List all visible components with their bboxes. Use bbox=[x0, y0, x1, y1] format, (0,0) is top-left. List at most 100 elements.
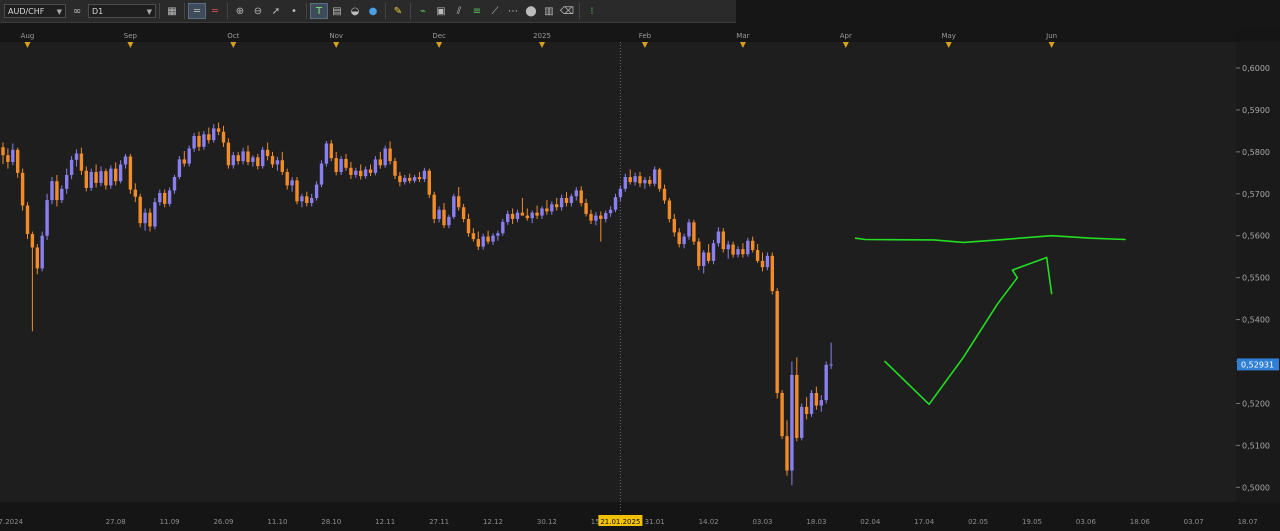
candle-body bbox=[359, 170, 363, 177]
candle-body bbox=[736, 249, 740, 255]
candle-body bbox=[133, 189, 137, 197]
candle-body bbox=[457, 196, 461, 208]
candle-body bbox=[163, 192, 167, 204]
date-label: 31.01 bbox=[645, 518, 665, 526]
candle-body bbox=[589, 213, 593, 221]
month-label: Feb bbox=[639, 32, 652, 40]
candle-body bbox=[476, 239, 480, 247]
candle-body bbox=[408, 177, 412, 181]
price-tick-label: 0,5700 bbox=[1242, 190, 1270, 199]
candle-body bbox=[775, 291, 779, 393]
candle-body bbox=[442, 209, 446, 226]
candle-body bbox=[74, 153, 79, 160]
candle-body bbox=[809, 392, 814, 414]
month-label: Aug bbox=[21, 32, 35, 40]
candle-body bbox=[104, 171, 108, 186]
candle-body bbox=[618, 188, 623, 198]
candle-body bbox=[349, 167, 353, 175]
candle-body bbox=[574, 190, 578, 197]
candle-body bbox=[295, 180, 299, 202]
candle-body bbox=[461, 207, 466, 219]
candle-body bbox=[285, 171, 289, 186]
price-chart[interactable]: 0,6000 0,5900 0,5800 0,5700 0,5600 0,5500 0,54… bbox=[0, 0, 1280, 531]
candle-body bbox=[398, 175, 402, 183]
candle-body bbox=[261, 149, 265, 167]
candle-body bbox=[432, 194, 436, 219]
candle-body bbox=[427, 170, 431, 195]
candle-body bbox=[94, 171, 98, 183]
candle-body bbox=[187, 148, 191, 164]
candle-body bbox=[608, 209, 613, 214]
candle-body bbox=[79, 153, 84, 171]
candle-body bbox=[697, 241, 701, 266]
candle-body bbox=[344, 158, 348, 168]
candle-body bbox=[158, 192, 162, 203]
candle-body bbox=[628, 177, 632, 183]
candle-body bbox=[790, 374, 794, 471]
month-label: May bbox=[941, 32, 955, 40]
candle-body bbox=[525, 215, 529, 219]
candle-body bbox=[280, 160, 284, 172]
candle-body bbox=[20, 172, 25, 206]
candle-body bbox=[172, 177, 177, 191]
date-label: 11.09 bbox=[160, 518, 180, 526]
candle-body bbox=[55, 181, 59, 201]
candle-body bbox=[50, 181, 54, 201]
candle-body bbox=[824, 364, 828, 401]
plot-area bbox=[0, 42, 1236, 502]
candle-body bbox=[368, 169, 373, 173]
candle-body bbox=[40, 235, 44, 269]
date-label: 03.03 bbox=[752, 518, 772, 526]
candle-body bbox=[167, 190, 172, 204]
date-label: 14.02 bbox=[699, 518, 719, 526]
date-label: 02.05 bbox=[968, 518, 988, 526]
candle-body bbox=[363, 169, 368, 177]
candle-body bbox=[226, 142, 231, 166]
candle-body bbox=[692, 222, 696, 242]
candle-body bbox=[265, 149, 270, 157]
candle-body bbox=[447, 216, 451, 226]
month-label: Sep bbox=[124, 32, 138, 40]
month-label: Oct bbox=[227, 32, 239, 40]
candle-body bbox=[780, 392, 784, 437]
date-label: 02.04 bbox=[860, 518, 881, 526]
price-tick-label: 0,6000 bbox=[1242, 64, 1270, 73]
date-label: 18.03 bbox=[806, 518, 826, 526]
candle-body bbox=[550, 204, 554, 212]
date-label: 27.08 bbox=[106, 518, 126, 526]
candle-body bbox=[760, 260, 765, 268]
candle-body bbox=[216, 128, 221, 132]
candle-body bbox=[555, 204, 559, 208]
candle-body bbox=[25, 205, 30, 235]
candle-body bbox=[687, 222, 691, 237]
candle-body bbox=[6, 155, 10, 162]
candle-body bbox=[412, 177, 417, 181]
candle-body bbox=[613, 197, 618, 210]
candle-body bbox=[354, 170, 358, 175]
candle-body bbox=[109, 168, 113, 186]
candle-body bbox=[510, 213, 515, 219]
candle-body bbox=[751, 240, 755, 250]
candle-body bbox=[731, 244, 735, 255]
candle-body bbox=[667, 200, 672, 219]
candle-body bbox=[275, 160, 280, 165]
candle-body bbox=[481, 236, 485, 247]
price-tick-label: 0,5400 bbox=[1242, 316, 1270, 325]
candle-body bbox=[388, 148, 392, 162]
month-label: Dec bbox=[432, 32, 446, 40]
candle-body bbox=[241, 151, 245, 162]
candle-body bbox=[153, 202, 157, 227]
candle-body bbox=[310, 197, 314, 204]
candle-body bbox=[682, 236, 686, 245]
candle-body bbox=[579, 190, 583, 204]
candle-body bbox=[60, 188, 64, 201]
date-label: 30.12 bbox=[537, 518, 557, 526]
candle-body bbox=[829, 364, 833, 366]
price-tick-label: 0,5500 bbox=[1242, 274, 1270, 283]
candle-body bbox=[16, 149, 20, 173]
candle-body bbox=[270, 156, 275, 165]
candle-body bbox=[564, 197, 569, 204]
candle-body bbox=[755, 249, 760, 261]
candle-body bbox=[437, 209, 441, 219]
candle-body bbox=[319, 163, 324, 185]
